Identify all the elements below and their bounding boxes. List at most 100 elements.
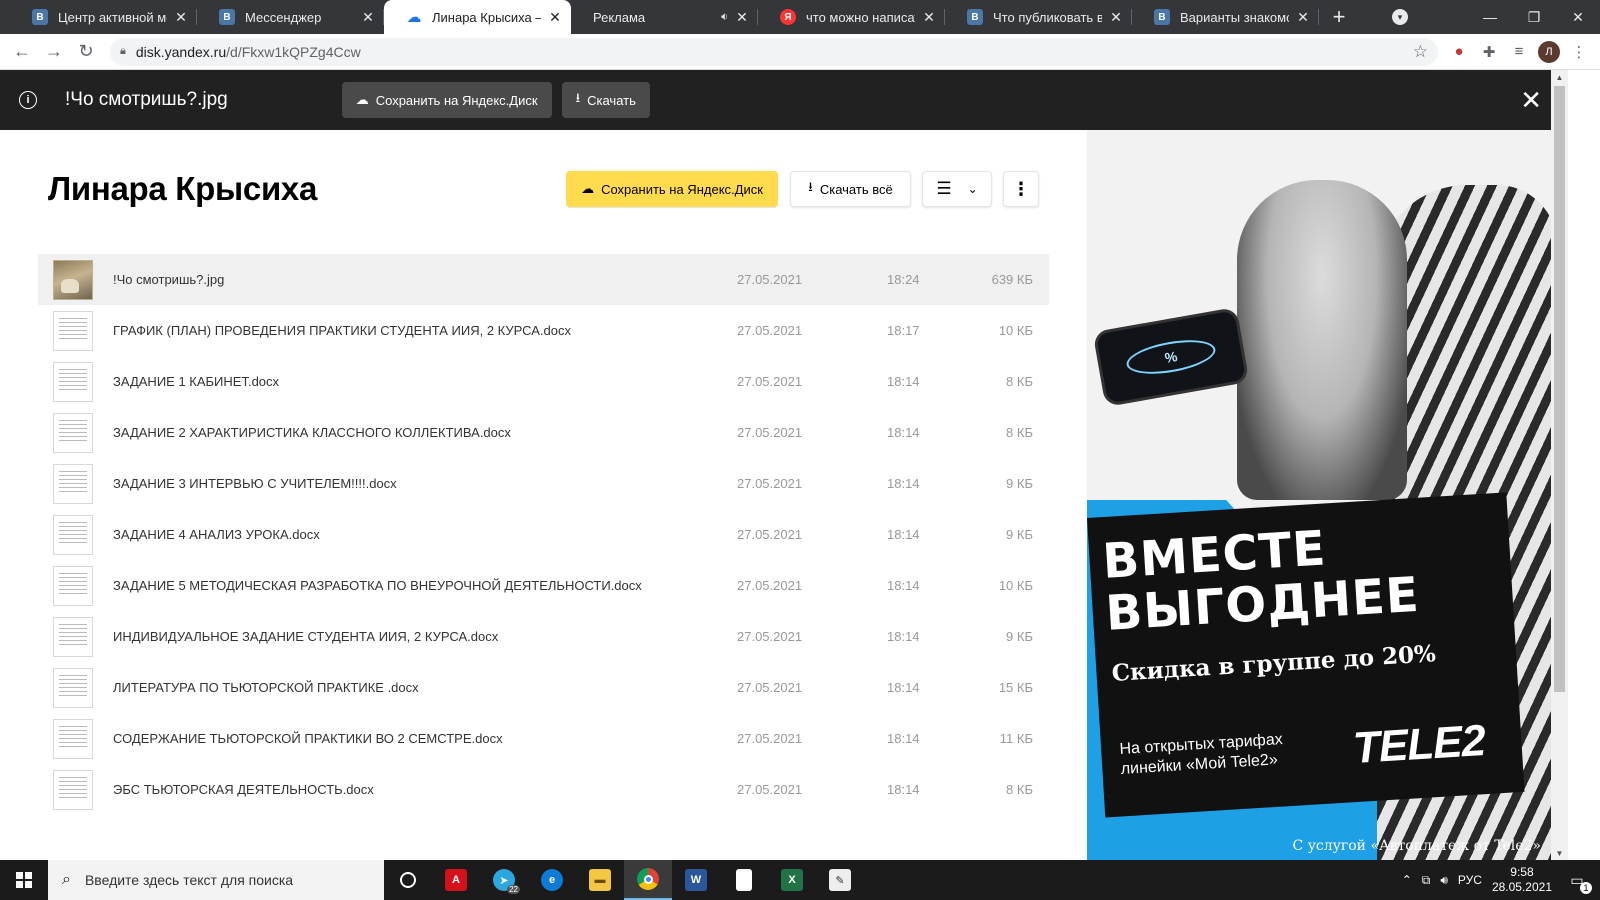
acrobat-icon[interactable]: A (432, 860, 480, 900)
file-row[interactable]: ЗАДАНИЕ 4 АНАЛИЗ УРОКА.docx 27.05.2021 18:… (38, 509, 1049, 560)
browser-menu-icon[interactable]: ⋮ (1568, 41, 1590, 63)
document-thumbnail (53, 361, 93, 402)
excel-icon[interactable]: X (768, 860, 816, 900)
address-bar[interactable]: 🔒︎ disk.yandex.ru/d/Fkxw1kQPZg4Ccw ☆ (110, 37, 1438, 66)
file-row[interactable]: ЗАДАНИЕ 3 ИНТЕРВЬЮ С УЧИТЕЛЕМ!!!!.docx 27… (38, 458, 1049, 509)
yandex-disk-icon: ☁ (406, 9, 422, 26)
viewer-file-title: !Чо смотришь?.jpg (65, 89, 228, 110)
tab-title: Центр активной молод (58, 9, 167, 25)
new-tab-button[interactable]: + (1319, 0, 1359, 34)
tab-close-icon[interactable]: ✕ (173, 9, 189, 26)
taskbar-search[interactable]: ⌕ Введите здесь текст для поиска (48, 860, 384, 900)
file-name: ЛИТЕРАТУРА ПО ТЬЮТОРСКОЙ ПРАКТИКЕ .docx (113, 680, 419, 695)
file-name: СОДЕРЖАНИЕ ТЬЮТОРСКОЙ ПРАКТИКИ ВО 2 СЕМС… (113, 731, 503, 746)
scroll-up-icon[interactable]: ▲ (1551, 70, 1568, 84)
extensions-puzzle-icon[interactable]: ✚ (1478, 41, 1500, 63)
scroll-down-icon[interactable]: ▼ (1551, 846, 1568, 860)
browser-tab[interactable]: В Что публиковать в гру ✕ (945, 0, 1132, 34)
file-time: 18:17 (887, 323, 920, 338)
file-row[interactable]: ЗАДАНИЕ 1 КАБИНЕТ.docx 27.05.2021 18:14 8 К… (38, 356, 1049, 407)
notepad-icon[interactable]: ✎ (816, 860, 864, 900)
tab-close-icon[interactable]: ✕ (547, 9, 563, 26)
profile-avatar[interactable]: Л (1538, 40, 1560, 63)
tab-title: Что публиковать в гру (993, 9, 1102, 25)
save-to-disk-button[interactable]: ☁ Сохранить на Яндекс.Диск (566, 171, 778, 207)
document-thumbnail (53, 514, 93, 555)
windows-taskbar: ⌕ Введите здесь текст для поиска A ➤ 22 e… (0, 860, 1600, 900)
tab-close-icon[interactable]: ✕ (1108, 9, 1124, 26)
browser-tab[interactable]: В Мессенджер ✕ (197, 0, 384, 34)
file-time: 18:14 (887, 527, 920, 542)
file-size: 8 КБ (1006, 374, 1033, 389)
reload-button[interactable]: ↻ (70, 36, 102, 68)
tab-close-icon[interactable]: ✕ (921, 9, 937, 26)
document-icon[interactable] (720, 860, 768, 900)
page-scrollbar[interactable]: ▲ ▼ (1551, 70, 1568, 860)
file-name: ЗАДАНИЕ 3 ИНТЕРВЬЮ С УЧИТЕЛЕМ!!!!.docx (113, 476, 397, 491)
extension-icon[interactable]: ● (1448, 41, 1470, 63)
tab-title: что можно написать п (806, 9, 915, 25)
reading-list-icon[interactable]: ≡ (1508, 41, 1530, 63)
file-row[interactable]: ЛИТЕРАТУРА ПО ТЬЮТОРСКОЙ ПРАКТИКЕ .docx 2… (38, 662, 1049, 713)
browser-tab[interactable]: В Варианты знакомства ✕ (1132, 0, 1319, 34)
tab-search-icon[interactable]: ▾ (1392, 9, 1408, 25)
scrollbar-thumb[interactable] (1554, 86, 1565, 692)
document-thumbnail (53, 463, 93, 504)
tab-close-icon[interactable]: ✕ (1295, 9, 1311, 26)
view-mode-dropdown[interactable]: ☰ ⌄ (922, 171, 992, 207)
file-name: ИНДИВИДУАЛЬНОЕ ЗАДАНИЕ СТУДЕНТА ИИЯ, 2 К… (113, 629, 499, 644)
close-window-button[interactable]: ✕ (1556, 0, 1600, 34)
telegram-icon[interactable]: ➤ 22 (480, 860, 528, 900)
file-row[interactable]: ЗАДАНИЕ 5 МЕТОДИЧЕСКАЯ РАЗРАБОТКА ПО ВНЕ… (38, 560, 1049, 611)
tab-audio-icon[interactable]: 🔉︎ (721, 11, 728, 24)
download-all-button[interactable]: ⭳ Скачать всё (790, 171, 911, 207)
file-row[interactable]: СОДЕРЖАНИЕ ТЬЮТОРСКОЙ ПРАКТИКИ ВО 2 СЕМС… (38, 713, 1049, 764)
forward-button[interactable]: → (38, 36, 70, 68)
word-icon[interactable]: W (672, 860, 720, 900)
bookmark-star-icon[interactable]: ☆ (1413, 42, 1428, 62)
browser-tab[interactable]: ▶Реклама🔉︎✕ (571, 0, 758, 34)
close-viewer-icon[interactable]: ✕ (1520, 85, 1542, 116)
file-row[interactable]: ГРАФИК (ПЛАН) ПРОВЕДЕНИЯ ПРАКТИКИ СТУДЕН… (38, 305, 1049, 356)
task-view-icon[interactable] (384, 860, 432, 900)
network-icon[interactable]: ⧉ (1422, 873, 1431, 888)
minimize-button[interactable]: — (1468, 0, 1512, 34)
browser-tab[interactable]: ☁ Линара Крысиха — Ян ✕ (384, 0, 571, 34)
file-size: 10 КБ (998, 578, 1033, 593)
file-row[interactable]: ЗАДАНИЕ 2 ХАРАКТИРИСТИКА КЛАССНОГО КОЛЛЕ… (38, 407, 1049, 458)
tray-chevron-up-icon[interactable]: ⌃ (1402, 873, 1412, 887)
chrome-icon[interactable] (624, 860, 672, 900)
browser-tab[interactable]: Ячто можно написать п ✕ (758, 0, 945, 34)
file-name: ЗАДАНИЕ 2 ХАРАКТИРИСТИКА КЛАССНОГО КОЛЛЕ… (113, 425, 511, 440)
edge-icon[interactable]: e (528, 860, 576, 900)
viewer-download-button[interactable]: ⭳ Скачать (561, 82, 650, 118)
maximize-button[interactable]: ❐ (1512, 0, 1556, 34)
info-icon[interactable]: i (19, 91, 37, 109)
advertisement-banner[interactable]: % ВМЕСТЕ ВЫГОДНЕЕ Скидка в группе до 20%… (1087, 130, 1551, 860)
file-name: ГРАФИК (ПЛАН) ПРОВЕДЕНИЯ ПРАКТИКИ СТУДЕН… (113, 323, 572, 338)
browser-tab-strip: В Центр активной молод ✕ В Мессенджер ✕ ☁ Линар… (0, 0, 1600, 34)
download-icon: ⭳ (575, 90, 581, 105)
file-explorer-icon[interactable]: ▬ (576, 860, 624, 900)
more-options-button[interactable]: ⋮ (1003, 171, 1039, 207)
file-size: 9 КБ (1006, 527, 1033, 542)
file-row[interactable]: ИНДИВИДУАЛЬНОЕ ЗАДАНИЕ СТУДЕНТА ИИЯ, 2 К… (38, 611, 1049, 662)
back-button[interactable]: ← (6, 36, 38, 68)
clock[interactable]: 9:58 28.05.2021 (1492, 865, 1552, 895)
file-size: 15 КБ (998, 680, 1033, 695)
tab-close-icon[interactable]: ✕ (360, 9, 376, 26)
viewer-save-to-disk-button[interactable]: ☁ Сохранить на Яндекс.Диск (341, 82, 552, 118)
chevron-down-icon: ⌄ (967, 182, 978, 196)
ad-man-image (1237, 180, 1407, 500)
browser-tab[interactable]: В Центр активной молод ✕ (10, 0, 197, 34)
file-row[interactable]: !Чо смотришь?.jpg 27.05.2021 18:24 639 КБ (38, 254, 1049, 305)
tab-close-icon[interactable]: ✕ (734, 9, 750, 26)
notifications-icon[interactable]: ▭ 1 (1562, 866, 1592, 894)
start-button[interactable] (0, 860, 48, 900)
volume-icon[interactable]: 🔊︎ (1440, 873, 1448, 888)
file-row[interactable]: ЭБС ТЬЮТОРСКАЯ ДЕЯТЕЛЬНОСТЬ.docx 27.05.20… (38, 764, 1049, 815)
file-name: ЗАДАНИЕ 1 КАБИНЕТ.docx (113, 374, 280, 389)
language-indicator[interactable]: РУС (1458, 873, 1482, 887)
ad-phone-image: % (1095, 310, 1247, 404)
file-time: 18:14 (887, 680, 920, 695)
